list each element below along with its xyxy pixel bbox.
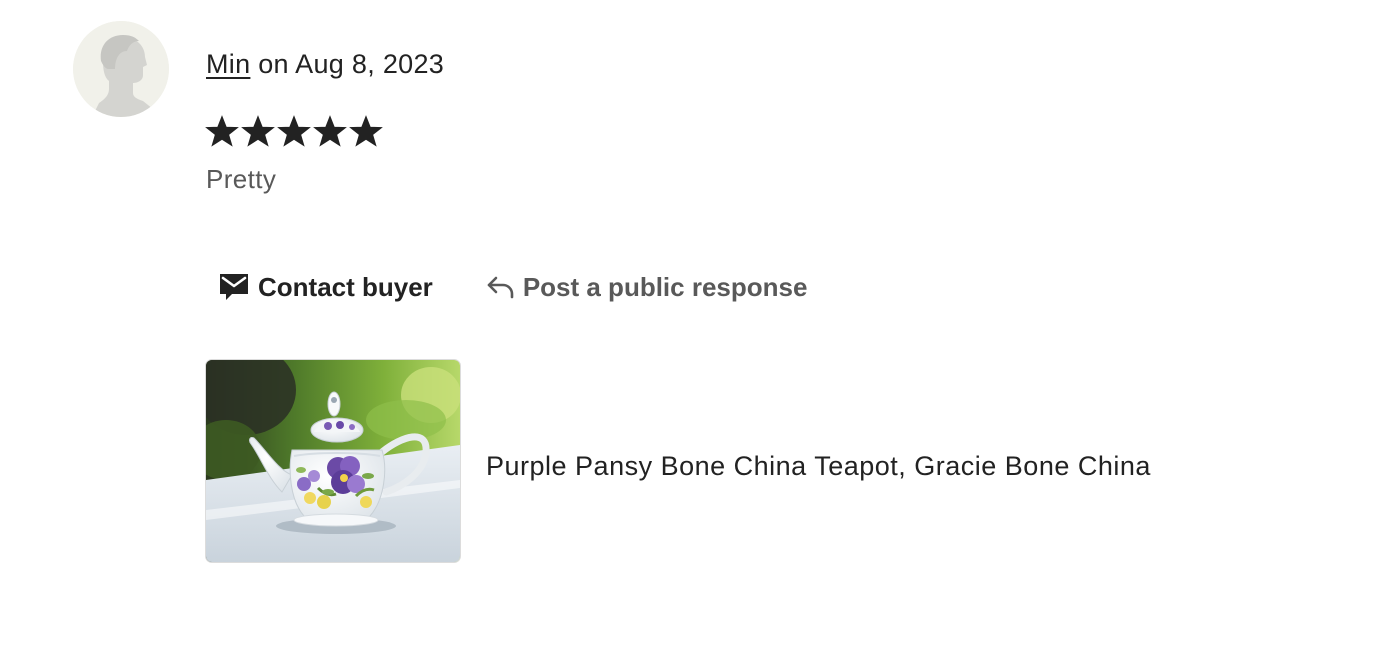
reviewer-name-link[interactable]: Min xyxy=(206,49,250,79)
envelope-message-icon xyxy=(218,272,250,302)
star-rating xyxy=(205,115,383,149)
review-actions: Contact buyer Post a public response xyxy=(218,266,807,308)
star-filled-icon xyxy=(205,115,239,149)
review-date: on Aug 8, 2023 xyxy=(250,49,445,79)
post-public-response-label: Post a public response xyxy=(522,271,808,302)
default-user-avatar-icon xyxy=(73,21,169,117)
review-text: Pretty xyxy=(206,164,277,194)
reviewer-avatar[interactable] xyxy=(73,21,169,117)
teapot-photo xyxy=(206,360,460,562)
item-thumbnail[interactable] xyxy=(205,359,461,563)
star-filled-icon xyxy=(277,115,311,149)
star-filled-icon xyxy=(313,115,347,149)
item-title-link[interactable]: Purple Pansy Bone China Teapot, Gracie B… xyxy=(486,447,1151,485)
post-public-response-button[interactable]: Post a public response xyxy=(485,271,808,303)
star-filled-icon xyxy=(241,115,275,149)
reply-arrow-icon xyxy=(485,273,515,301)
review-byline: Min on Aug 8, 2023 xyxy=(206,45,444,83)
star-filled-icon xyxy=(349,115,383,149)
contact-buyer-label: Contact buyer xyxy=(258,271,433,302)
contact-buyer-button[interactable]: Contact buyer xyxy=(218,272,433,303)
